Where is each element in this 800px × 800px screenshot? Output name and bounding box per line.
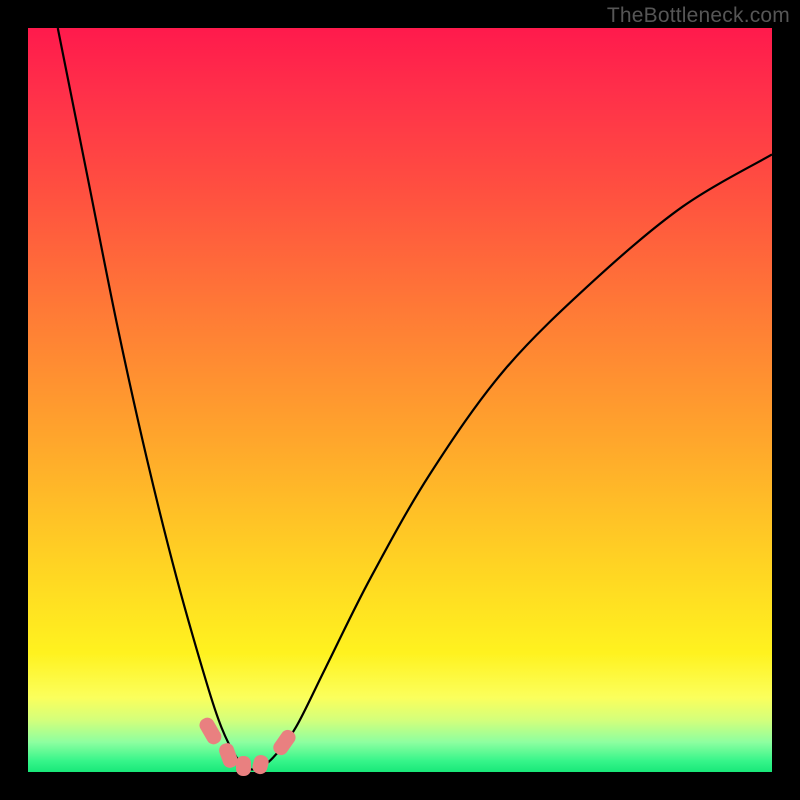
curve-marker [236, 756, 251, 775]
bottleneck-curve-path [58, 28, 772, 770]
attribution-text: TheBottleneck.com [607, 4, 790, 28]
plot-area [28, 28, 772, 772]
curve-svg [28, 28, 772, 772]
chart-frame: TheBottleneck.com [0, 0, 800, 800]
